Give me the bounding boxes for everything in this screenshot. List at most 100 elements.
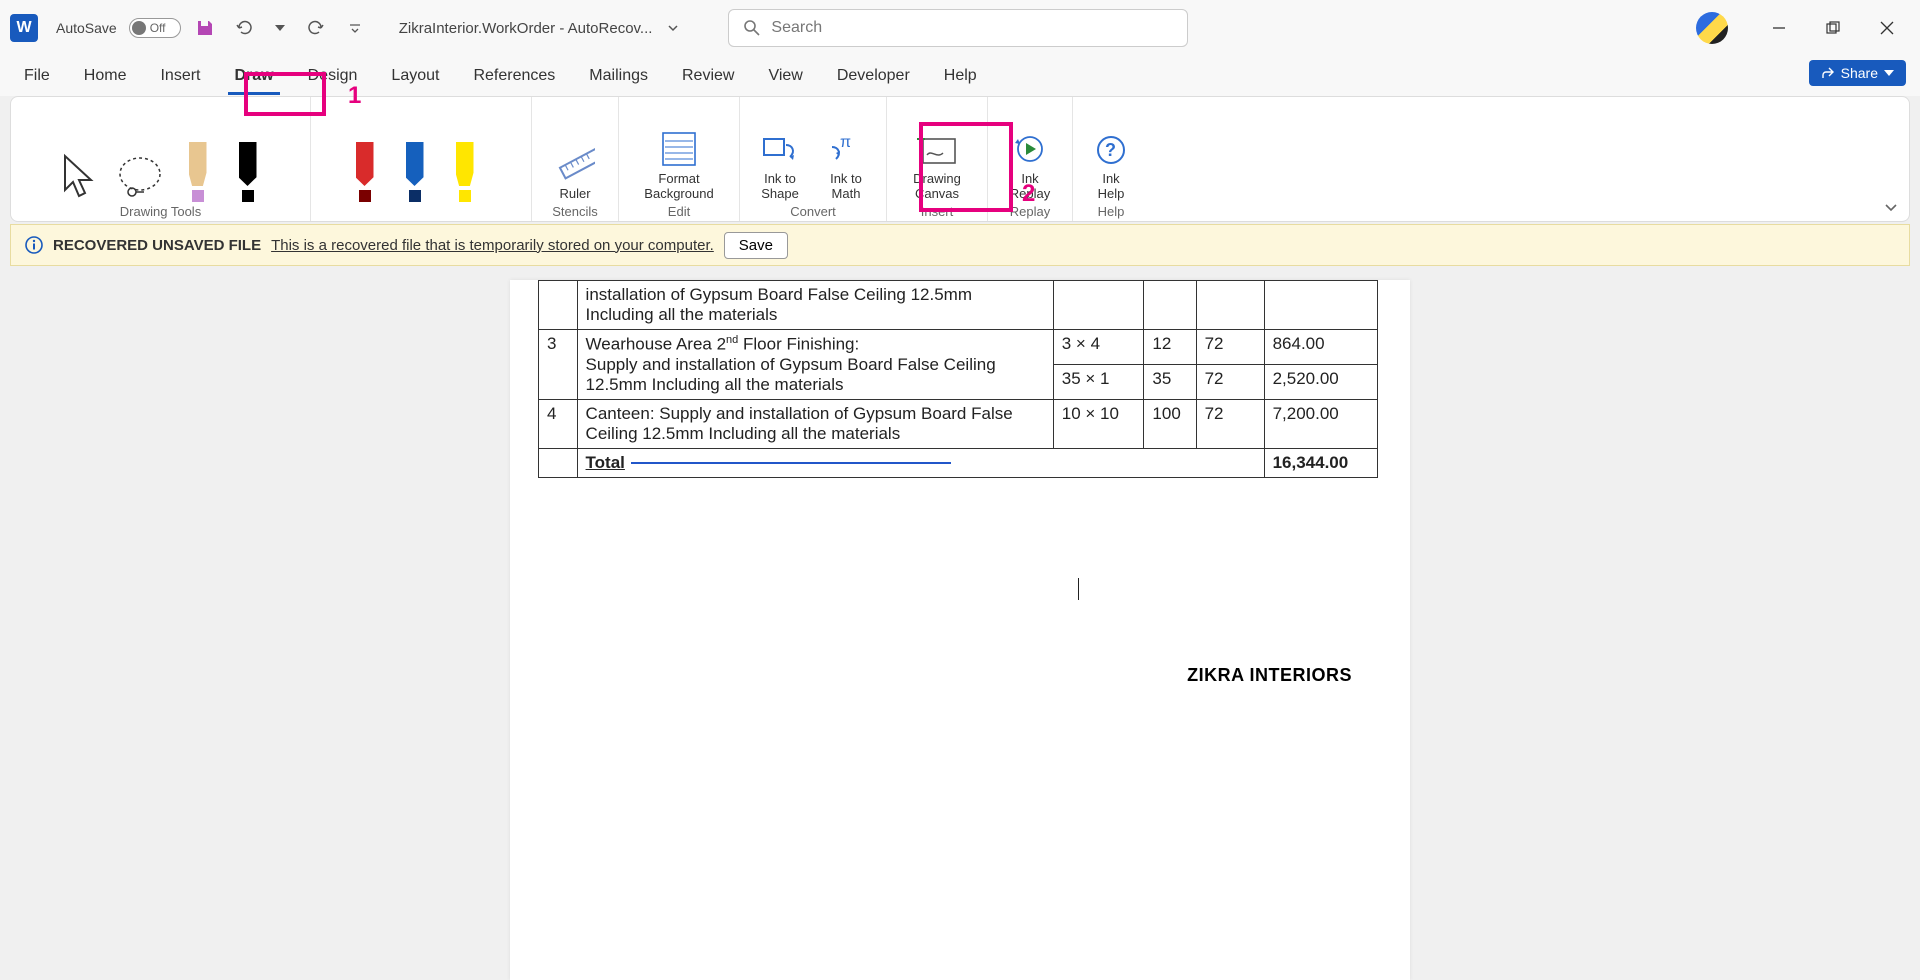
company-name[interactable]: ZIKRA INTERIORS [538, 665, 1382, 686]
tab-home[interactable]: Home [80, 61, 131, 91]
search-placeholder: Search [771, 19, 822, 37]
group-label-convert: Convert [790, 204, 836, 219]
cell-dim[interactable]: 35 × 1 [1053, 364, 1144, 399]
msgbar-save-button[interactable]: Save [724, 232, 788, 259]
save-button[interactable] [193, 16, 217, 40]
ribbon: Drawing Tools Ruler Stencils [10, 96, 1910, 222]
cell-rate[interactable]: 72 [1196, 330, 1264, 365]
ink-to-shape-button[interactable]: Ink to Shape [752, 116, 808, 202]
cell-no[interactable]: 3 [539, 330, 578, 400]
tab-help[interactable]: Help [940, 61, 981, 91]
cell-amt[interactable]: 7,200.00 [1264, 399, 1377, 448]
ink-to-math-button[interactable]: π Ink to Math [818, 116, 874, 202]
cell-no[interactable] [539, 448, 578, 477]
select-tool[interactable] [54, 116, 102, 202]
chevron-down-icon [1884, 68, 1894, 78]
ruler-icon [555, 142, 595, 182]
toggle-knob [132, 21, 146, 35]
autosave-state: Off [150, 21, 166, 35]
search-box[interactable]: Search [728, 9, 1188, 47]
group-label-help: Help [1098, 204, 1125, 219]
drawing-canvas-button[interactable]: Drawing Canvas [899, 116, 975, 202]
cell-dim[interactable]: 10 × 10 [1053, 399, 1144, 448]
ink-help-button[interactable]: ? Ink Help [1085, 116, 1137, 202]
tab-developer[interactable]: Developer [833, 61, 914, 91]
drawing-canvas-icon [915, 133, 959, 167]
format-background-button[interactable]: Format Background [631, 116, 727, 202]
group-label-edit: Edit [668, 204, 690, 219]
tab-insert[interactable]: Insert [156, 61, 204, 91]
work-order-table[interactable]: installation of Gypsum Board False Ceili… [538, 280, 1378, 478]
cell-dim[interactable] [1053, 281, 1144, 330]
share-icon [1821, 66, 1835, 80]
pen-red[interactable] [345, 116, 385, 202]
title-dropdown-icon[interactable] [666, 21, 680, 35]
pen-tan-highlighter[interactable] [178, 116, 218, 202]
cell-total-amount[interactable]: 16,344.00 [1264, 448, 1377, 477]
cell-qty[interactable]: 35 [1144, 364, 1196, 399]
search-icon [743, 19, 761, 37]
replay-icon [1012, 133, 1048, 167]
msgbar-text[interactable]: This is a recovered file that is tempora… [271, 237, 714, 254]
autosave-label: AutoSave [56, 20, 117, 36]
title-bar: W AutoSave Off ZikraInterior.WorkOrder -… [0, 0, 1920, 56]
group-label-insert: Insert [921, 204, 954, 219]
cell-qty[interactable]: 12 [1144, 330, 1196, 365]
pen-blue[interactable] [395, 116, 435, 202]
cell-dim[interactable]: 3 × 4 [1053, 330, 1144, 365]
help-icon: ? [1094, 133, 1128, 167]
cell-amt[interactable] [1264, 281, 1377, 330]
user-avatar[interactable] [1696, 12, 1728, 44]
window-close[interactable] [1864, 8, 1910, 48]
undo-button[interactable] [233, 16, 257, 40]
cell-rate[interactable]: 72 [1196, 399, 1264, 448]
app-icon: W [10, 14, 38, 42]
ink-shape-icon [760, 133, 800, 167]
tab-review[interactable]: Review [678, 61, 738, 91]
cell-qty[interactable] [1144, 281, 1196, 330]
tab-file[interactable]: File [20, 61, 54, 91]
cell-qty[interactable]: 100 [1144, 399, 1196, 448]
autosave-toggle[interactable]: Off [129, 18, 181, 38]
cell-rate[interactable] [1196, 281, 1264, 330]
ribbon-collapse-button[interactable] [1879, 97, 1909, 221]
window-restore[interactable] [1810, 8, 1856, 48]
tab-view[interactable]: View [764, 61, 806, 91]
callout-number-2: 2 [1022, 180, 1035, 208]
recovered-file-bar: RECOVERED UNSAVED FILE This is a recover… [10, 224, 1910, 266]
chevron-down-icon [1883, 199, 1899, 215]
cell-desc[interactable]: Canteen: Supply and installation of Gyps… [577, 399, 1053, 448]
page[interactable]: installation of Gypsum Board False Ceili… [510, 280, 1410, 980]
text-cursor [1078, 578, 1079, 600]
cell-desc[interactable]: Wearhouse Area 2nd Floor Finishing: Supp… [577, 330, 1053, 400]
tab-draw[interactable]: Draw [230, 61, 277, 91]
cell-no[interactable] [539, 281, 578, 330]
svg-text:π: π [840, 134, 851, 151]
undo-dropdown[interactable] [273, 16, 287, 40]
document-title: ZikraInterior.WorkOrder - AutoRecov... [399, 20, 653, 37]
tab-references[interactable]: References [469, 61, 559, 91]
window-minimize[interactable] [1756, 8, 1802, 48]
ribbon-tabs: File Home Insert Draw Design Layout Refe… [0, 56, 1920, 96]
group-label-drawing-tools: Drawing Tools [120, 204, 201, 219]
lasso-tool[interactable] [112, 116, 168, 202]
redo-button[interactable] [303, 16, 327, 40]
qat-customize[interactable] [343, 16, 367, 40]
tab-mailings[interactable]: Mailings [585, 61, 652, 91]
svg-text:?: ? [1105, 140, 1116, 160]
cell-rate[interactable]: 72 [1196, 364, 1264, 399]
page-lines-icon [659, 131, 699, 167]
ruler-button[interactable]: Ruler [544, 116, 606, 202]
cell-amt[interactable]: 864.00 [1264, 330, 1377, 365]
pen-black[interactable] [228, 116, 268, 202]
cell-no[interactable]: 4 [539, 399, 578, 448]
msgbar-title: RECOVERED UNSAVED FILE [53, 237, 261, 254]
cell-desc[interactable]: installation of Gypsum Board False Ceili… [577, 281, 1053, 330]
group-label-stencils: Stencils [552, 204, 598, 219]
tab-layout[interactable]: Layout [387, 61, 443, 91]
share-button[interactable]: Share [1809, 60, 1906, 86]
cell-amt[interactable]: 2,520.00 [1264, 364, 1377, 399]
info-icon [25, 236, 43, 254]
pen-yellow-highlighter[interactable] [445, 116, 485, 202]
cell-total-label[interactable]: Total [577, 448, 1264, 477]
